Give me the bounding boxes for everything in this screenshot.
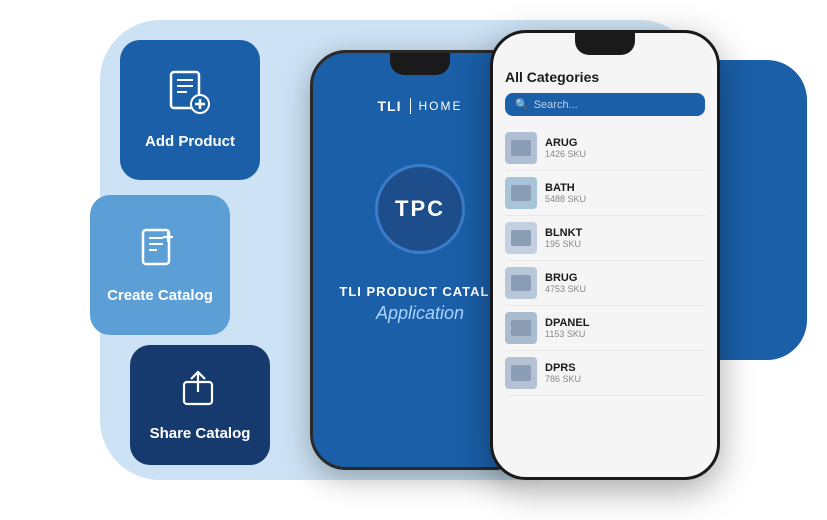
category-info: DPRS786 SKU [545, 362, 581, 384]
category-thumbnail [505, 222, 537, 254]
category-info: BATH5488 SKU [545, 182, 586, 204]
category-info: BRUG4753 SKU [545, 272, 586, 294]
category-name: BATH [545, 182, 586, 194]
tli-home: HOME [419, 99, 463, 113]
list-item: DPANEL1153 SKU [505, 306, 705, 351]
category-name: BRUG [545, 272, 586, 284]
category-thumbnail [505, 267, 537, 299]
add-product-icon [167, 70, 213, 125]
tpc-label: TPC [395, 196, 445, 222]
scene: Add Product Create Catalog Share Catalog [0, 0, 827, 520]
category-sku: 786 SKU [545, 374, 581, 384]
share-catalog-label: Share Catalog [150, 425, 251, 442]
share-catalog-button[interactable]: Share Catalog [130, 345, 270, 465]
category-sku: 5488 SKU [545, 194, 586, 204]
list-item: DPRS786 SKU [505, 351, 705, 396]
category-sku: 195 SKU [545, 239, 582, 249]
category-name: DPRS [545, 362, 581, 374]
list-item: BRUG4753 SKU [505, 261, 705, 306]
category-sku: 1426 SKU [545, 149, 586, 159]
categories-title: All Categories [505, 69, 705, 85]
create-catalog-button[interactable]: Create Catalog [90, 195, 230, 335]
phone-categories: All Categories 🔍 Search... ARUG1426 SKU B… [490, 30, 720, 480]
list-item: ARUG1426 SKU [505, 126, 705, 171]
phone-front-content: All Categories 🔍 Search... ARUG1426 SKU B… [493, 33, 717, 477]
tli-header: TLI HOME [378, 98, 463, 114]
create-catalog-label: Create Catalog [107, 287, 213, 304]
phone-front-frame: All Categories 🔍 Search... ARUG1426 SKU B… [490, 30, 720, 480]
search-bar[interactable]: 🔍 Search... [505, 93, 705, 116]
category-name: BLNKT [545, 227, 582, 239]
category-info: ARUG1426 SKU [545, 137, 586, 159]
category-thumbnail [505, 357, 537, 389]
app-subtitle: Application [376, 303, 464, 324]
list-item: BATH5488 SKU [505, 171, 705, 216]
phone-back-notch [390, 53, 450, 75]
tli-brand: TLI [378, 98, 402, 114]
list-item: BLNKT195 SKU [505, 216, 705, 261]
tli-divider [410, 98, 411, 114]
category-name: ARUG [545, 137, 586, 149]
category-info: DPANEL1153 SKU [545, 317, 589, 339]
search-icon: 🔍 [515, 98, 529, 111]
category-info: BLNKT195 SKU [545, 227, 582, 249]
category-thumbnail [505, 177, 537, 209]
category-sku: 1153 SKU [545, 329, 589, 339]
add-product-label: Add Product [145, 133, 235, 150]
add-product-button[interactable]: Add Product [120, 40, 260, 180]
category-sku: 4753 SKU [545, 284, 586, 294]
create-catalog-icon [138, 226, 182, 279]
category-name: DPANEL [545, 317, 589, 329]
category-thumbnail [505, 312, 537, 344]
category-thumbnail [505, 132, 537, 164]
tpc-circle: TPC [375, 164, 465, 254]
search-placeholder: Search... [534, 99, 578, 111]
categories-list: ARUG1426 SKU BATH5488 SKU BLNKT195 SKU BRUG… [505, 126, 705, 396]
phone-front-notch [575, 33, 635, 55]
share-catalog-icon [180, 368, 220, 417]
app-title: TLI PRODUCT CATALO [339, 284, 500, 299]
